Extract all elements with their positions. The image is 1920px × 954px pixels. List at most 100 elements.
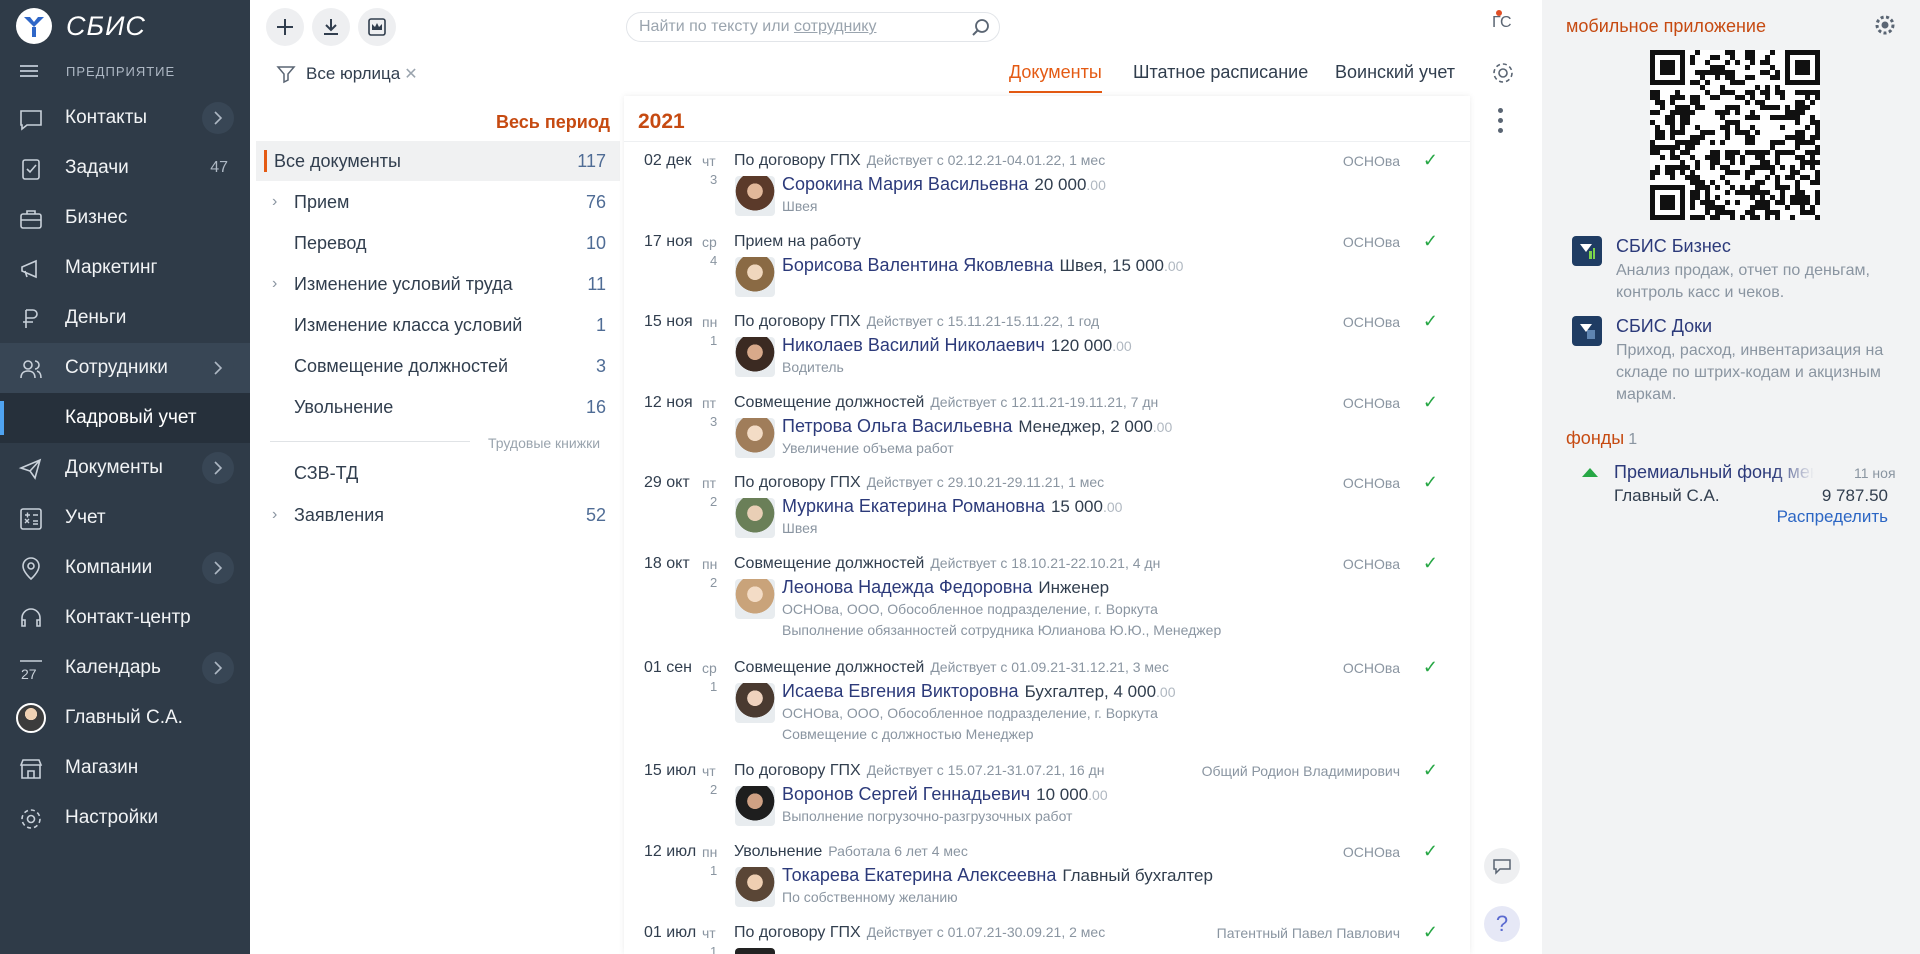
sidebar-item[interactable]: Деньги: [0, 293, 250, 343]
doc-type: По договору ГПХ Действует с 15.07.21-31.0…: [734, 762, 1104, 780]
mass-action-button[interactable]: [358, 8, 396, 46]
folder-item[interactable]: Все документы 117: [256, 141, 620, 181]
sidebar-item[interactable]: Документы: [0, 443, 250, 493]
doc-date: 02 дек: [644, 152, 692, 169]
employee-name-line: Сорокина Мария Васильевна 20 000.00: [782, 174, 1106, 195]
search-placeholder: Найти по тексту или: [639, 18, 794, 35]
employee-name[interactable]: Петрова Ольга Васильевна: [782, 416, 1012, 436]
expand-submenu-button[interactable]: [202, 102, 234, 134]
search-employee-link[interactable]: сотруднику: [794, 18, 877, 35]
settings-icon: [21, 809, 41, 829]
doc-date: 29 окт: [644, 474, 690, 491]
logo[interactable]: СБИС: [16, 8, 146, 44]
folder-item[interactable]: Совмещение должностей 3: [256, 346, 620, 386]
sidebar-item[interactable]: Контакт-центр: [0, 593, 250, 643]
expand-submenu-button[interactable]: [202, 452, 234, 484]
sidebar-item[interactable]: Маркетинг: [0, 243, 250, 293]
folder-item[interactable]: СЗВ-ТД: [256, 453, 620, 493]
employee-name[interactable]: Сорокина Мария Васильевна: [782, 174, 1028, 194]
tab-active-underline: [1009, 91, 1102, 93]
tab-staffing[interactable]: Штатное расписание: [1133, 62, 1308, 83]
folder-item[interactable]: Изменение класса условий 1: [256, 305, 620, 345]
companies-icon: [22, 557, 40, 581]
doc-type-label: Совмещение должностей: [734, 659, 925, 676]
employee-name[interactable]: Леонова Надежда Федоровна: [782, 577, 1032, 597]
employee-name[interactable]: Борисова Валентина Яковлевна: [782, 255, 1053, 275]
more-menu-icon[interactable]: [1498, 108, 1503, 138]
employee-position-salary: Инженер: [1038, 578, 1110, 597]
employee-name-line: Борисова Валентина Яковлевна Швея, 15 000…: [782, 255, 1183, 276]
help-button[interactable]: ?: [1484, 906, 1520, 942]
period-selector[interactable]: Весь период: [258, 112, 610, 133]
employee-name[interactable]: Муркина Екатерина Романовна: [782, 496, 1045, 516]
sidebar-item-label: Контакты: [65, 107, 148, 128]
employee-name[interactable]: Николаев Василий Николаевич: [782, 335, 1045, 355]
tree-separator: [270, 441, 470, 442]
user-account[interactable]: ГС: [1492, 10, 1512, 32]
folder-label: Совмещение должностей: [294, 355, 509, 376]
sidebar-item[interactable]: Главный С.А.: [0, 693, 250, 743]
legal-entity-filter[interactable]: Все юрлица ✕: [276, 64, 418, 84]
expand-submenu-button[interactable]: [202, 352, 234, 384]
expand-submenu-button[interactable]: [202, 652, 234, 684]
sidebar-item[interactable]: Сотрудники: [0, 343, 250, 393]
folder-item[interactable]: Перевод 10: [256, 223, 620, 263]
folder-item[interactable]: › Заявления 52: [256, 495, 620, 535]
right-panel: мобильное приложение СБИС Бизнес Анализ …: [1542, 0, 1920, 954]
expand-caret-icon[interactable]: ›: [272, 193, 277, 211]
doc-type: Совмещение должностей Действует с 01.09.2…: [734, 659, 1169, 677]
settings-gear-icon[interactable]: [1490, 60, 1516, 86]
doc-weekday: чт: [702, 153, 716, 169]
search-input[interactable]: Найти по тексту или сотруднику: [626, 12, 1000, 42]
funds-header[interactable]: фонды 1: [1566, 428, 1637, 449]
download-button[interactable]: [312, 8, 350, 46]
folder-item[interactable]: › Изменение условий труда 11: [256, 264, 620, 304]
doc-detail: Швея: [782, 198, 818, 214]
sidebar-item[interactable]: Учет: [0, 493, 250, 543]
distribute-link[interactable]: Распределить: [1742, 507, 1888, 527]
sidebar-item-label: Документы: [65, 457, 163, 478]
mobile-app-title[interactable]: мобильное приложение: [1566, 16, 1766, 37]
chat-button[interactable]: [1484, 848, 1520, 884]
doc-count: 2: [710, 575, 718, 590]
menu-icon[interactable]: [20, 62, 38, 80]
sidebar-item[interactable]: Настройки: [0, 793, 250, 843]
doc-validity: Действует с 12.11.21-19.11.21, 7 дн: [930, 394, 1159, 410]
sbis-logo-icon: [16, 8, 52, 44]
folder-item[interactable]: › Прием 76: [256, 182, 620, 222]
expand-caret-icon[interactable]: ›: [272, 506, 277, 524]
company-switcher[interactable]: ПРЕДПРИЯТИЕ: [20, 62, 175, 80]
panel-settings-icon[interactable]: [1874, 14, 1896, 36]
doc-type-label: По договору ГПХ: [734, 924, 861, 941]
employee-name[interactable]: Воронов Сергей Геннадьевич: [782, 784, 1030, 804]
tab-documents[interactable]: Документы: [1009, 62, 1102, 93]
approved-check-icon: ✓: [1422, 553, 1438, 573]
fund-name[interactable]: Премиальный фонд менеджеров: [1614, 462, 1814, 483]
employee-name-line: Муркина Екатерина Романовна 15 000.00: [782, 496, 1122, 517]
sidebar-item[interactable]: Бизнес: [0, 193, 250, 243]
year-group-header: 2021: [624, 96, 1470, 142]
sidebar-item[interactable]: Задачи 47: [0, 143, 250, 193]
chevron-right-icon: [214, 561, 223, 575]
sidebar-item[interactable]: Магазин: [0, 743, 250, 793]
doc-validity: Действует с 01.07.21-30.09.21, 2 мес: [866, 924, 1106, 940]
expand-submenu-button[interactable]: [202, 552, 234, 584]
expand-caret-icon[interactable]: ›: [272, 275, 277, 293]
sidebar-item[interactable]: 27 Календарь: [0, 643, 250, 693]
company-label: ПРЕДПРИЯТИЕ: [66, 63, 176, 79]
sidebar-item[interactable]: Компании: [0, 543, 250, 593]
folder-label: Прием: [294, 191, 350, 212]
folder-item[interactable]: Увольнение 16: [256, 387, 620, 427]
clear-filter-icon[interactable]: ✕: [404, 64, 417, 84]
doc-type-label: Совмещение должностей: [734, 555, 925, 572]
search-icon[interactable]: [971, 18, 991, 38]
notification-dot: [1496, 10, 1502, 16]
sidebar-subitem-hr[interactable]: Кадровый учет: [0, 393, 250, 443]
doc-type-label: По договору ГПХ: [734, 474, 861, 491]
tab-military[interactable]: Воинский учет: [1335, 62, 1455, 83]
employee-position-salary: 20 000: [1034, 175, 1087, 194]
employee-name[interactable]: Токарева Екатерина Алексеевна: [782, 865, 1056, 885]
employee-name[interactable]: Исаева Евгения Викторовна: [782, 681, 1019, 701]
create-button[interactable]: [266, 8, 304, 46]
sidebar-item[interactable]: Контакты: [0, 93, 250, 143]
